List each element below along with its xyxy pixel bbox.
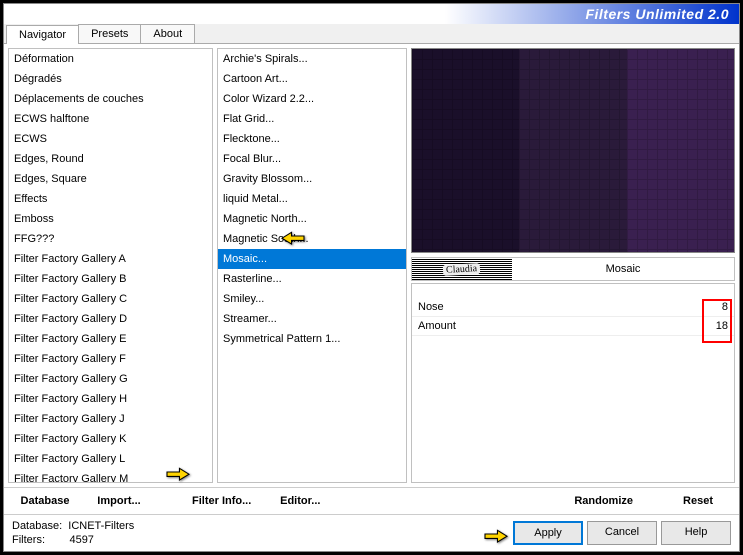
tab-about[interactable]: About bbox=[140, 24, 195, 43]
list-item[interactable]: Effects bbox=[9, 189, 212, 209]
param-label: Amount bbox=[418, 320, 456, 332]
param-value: 18 bbox=[698, 320, 728, 332]
list-item[interactable]: Smiley... bbox=[218, 289, 406, 309]
list-item[interactable]: Filter Factory Gallery A bbox=[9, 249, 212, 269]
list-item[interactable]: Focal Blur... bbox=[218, 149, 406, 169]
list-item[interactable]: Filter Factory Gallery L bbox=[9, 449, 212, 469]
tab-navigator[interactable]: Navigator bbox=[6, 25, 79, 44]
main-window: Filters Unlimited 2.0 Navigator Presets … bbox=[3, 3, 740, 552]
editor-button[interactable]: Editor... bbox=[265, 492, 335, 510]
list-item[interactable]: Dégradés bbox=[9, 69, 212, 89]
list-item[interactable]: Symmetrical Pattern 1... bbox=[218, 329, 406, 349]
list-item[interactable]: Streamer... bbox=[218, 309, 406, 329]
cancel-button[interactable]: Cancel bbox=[587, 521, 657, 545]
database-button[interactable]: Database bbox=[10, 492, 80, 510]
tab-presets[interactable]: Presets bbox=[78, 24, 141, 43]
status-info: Database: ICNET-Filters Filters: 4597 bbox=[12, 519, 134, 547]
list-item[interactable]: Archie's Spirals... bbox=[218, 49, 406, 69]
status-bar: Database: ICNET-Filters Filters: 4597 Ap… bbox=[4, 514, 739, 551]
reset-button[interactable]: Reset bbox=[663, 492, 733, 510]
list-item[interactable]: Cartoon Art... bbox=[218, 69, 406, 89]
list-item[interactable]: Gravity Blossom... bbox=[218, 169, 406, 189]
app-title: Filters Unlimited 2.0 bbox=[585, 6, 729, 22]
list-item[interactable]: ECWS halftone bbox=[9, 109, 212, 129]
import-button[interactable]: Import... bbox=[84, 492, 154, 510]
list-item[interactable]: Filter Factory Gallery K bbox=[9, 429, 212, 449]
list-item[interactable]: Filter Factory Gallery C bbox=[9, 289, 212, 309]
filter-info-button[interactable]: Filter Info... bbox=[182, 492, 261, 510]
list-item[interactable]: Déformation bbox=[9, 49, 212, 69]
pointer-hand-icon bbox=[481, 523, 511, 545]
list-item[interactable]: Edges, Round bbox=[9, 149, 212, 169]
tab-bar: Navigator Presets About bbox=[4, 24, 739, 44]
list-item[interactable]: Déplacements de couches bbox=[9, 89, 212, 109]
param-row[interactable]: Nose 8 bbox=[412, 298, 734, 317]
main-area: DéformationDégradésDéplacements de couch… bbox=[4, 44, 739, 487]
list-item[interactable]: Filter Factory Gallery D bbox=[9, 309, 212, 329]
param-row[interactable]: Amount 18 bbox=[412, 317, 734, 336]
titlebar: Filters Unlimited 2.0 bbox=[4, 4, 739, 24]
preview-image bbox=[411, 48, 735, 253]
list-item[interactable]: ECWS bbox=[9, 129, 212, 149]
list-item[interactable]: Filter Factory Gallery J bbox=[9, 409, 212, 429]
help-button[interactable]: Help bbox=[661, 521, 731, 545]
filter-name: Mosaic bbox=[512, 263, 734, 275]
randomize-button[interactable]: Randomize bbox=[564, 492, 643, 510]
list-item[interactable]: liquid Metal... bbox=[218, 189, 406, 209]
list-item[interactable]: Rasterline... bbox=[218, 269, 406, 289]
list-item[interactable]: Filter Factory Gallery E bbox=[9, 329, 212, 349]
param-value: 8 bbox=[698, 301, 728, 313]
list-item[interactable]: Filter Factory Gallery B bbox=[9, 269, 212, 289]
category-list[interactable]: DéformationDégradésDéplacements de couch… bbox=[8, 48, 213, 483]
list-item[interactable]: Flecktone... bbox=[218, 129, 406, 149]
dialog-buttons: Apply Cancel Help bbox=[513, 521, 731, 545]
category-column: DéformationDégradésDéplacements de couch… bbox=[8, 48, 213, 483]
list-item[interactable]: Magnetic North... bbox=[218, 209, 406, 229]
param-label: Nose bbox=[418, 301, 444, 313]
list-item[interactable]: Filter Factory Gallery F bbox=[9, 349, 212, 369]
list-item[interactable]: Filter Factory Gallery H bbox=[9, 389, 212, 409]
toolbar: Database Import... Filter Info... Editor… bbox=[4, 487, 739, 514]
filter-column: Archie's Spirals...Cartoon Art...Color W… bbox=[217, 48, 407, 483]
list-item[interactable]: Edges, Square bbox=[9, 169, 212, 189]
list-item[interactable]: Flat Grid... bbox=[218, 109, 406, 129]
preview-column: Mosaic Nose 8 Amount 18 bbox=[411, 48, 735, 483]
parameter-panel: Nose 8 Amount 18 bbox=[411, 283, 735, 483]
author-logo bbox=[412, 258, 512, 280]
list-item[interactable]: Emboss bbox=[9, 209, 212, 229]
list-item[interactable]: Magnetic South... bbox=[218, 229, 406, 249]
apply-button[interactable]: Apply bbox=[513, 521, 583, 545]
list-item[interactable]: Filter Factory Gallery G bbox=[9, 369, 212, 389]
list-item[interactable]: FFG??? bbox=[9, 229, 212, 249]
list-item[interactable]: Mosaic... bbox=[218, 249, 406, 269]
list-item[interactable]: Color Wizard 2.2... bbox=[218, 89, 406, 109]
filter-header: Mosaic bbox=[411, 257, 735, 281]
filter-list[interactable]: Archie's Spirals...Cartoon Art...Color W… bbox=[217, 48, 407, 483]
list-item[interactable]: Filter Factory Gallery M bbox=[9, 469, 212, 483]
